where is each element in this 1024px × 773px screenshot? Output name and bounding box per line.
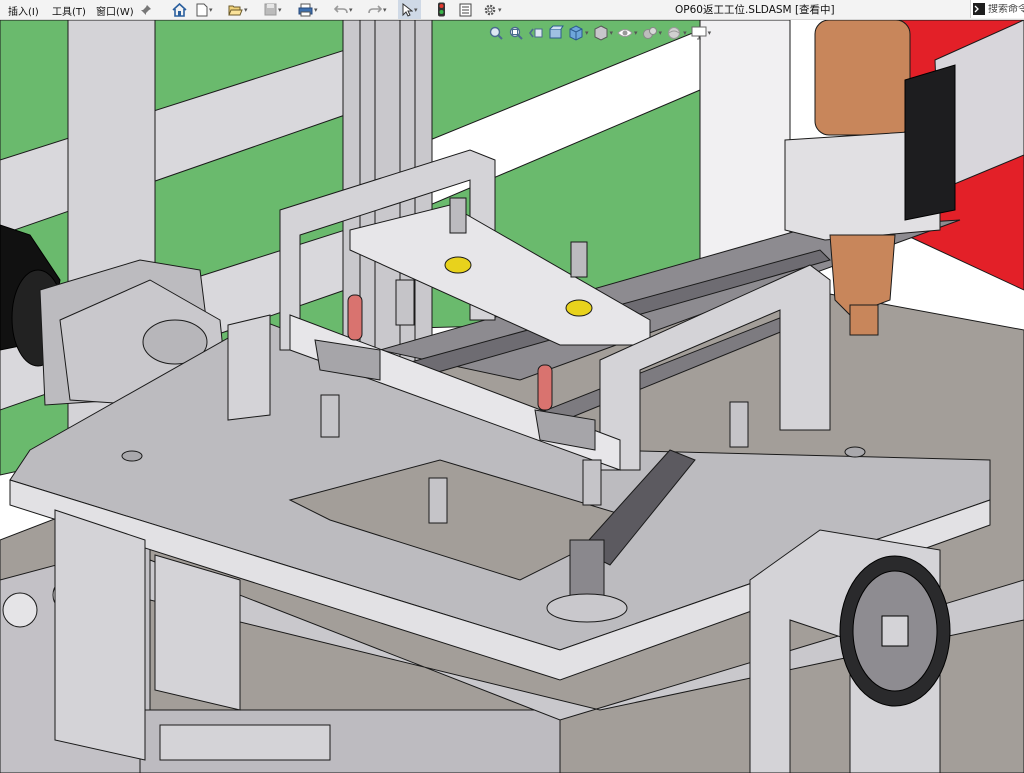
home-icon[interactable]	[172, 0, 187, 19]
options-gear-icon[interactable]: ▾	[483, 0, 502, 19]
display-style-icon[interactable]: ▾	[593, 25, 613, 41]
apply-scene-icon[interactable]: ▾	[666, 25, 687, 41]
assembly-3d-view	[0, 20, 1024, 773]
document-title: OP60返工工位.SLDASM [查看中]	[675, 4, 835, 16]
select-cursor-icon[interactable]: ▾	[398, 0, 421, 19]
file-properties-icon[interactable]	[459, 0, 472, 19]
zoom-area-icon[interactable]	[508, 25, 524, 41]
title-bar: 插入(I) 工具(T) 窗口(W) ▾ ▾ ▾ ▾ ▾ ▾ ▾ ▾ OP60返工…	[0, 0, 1024, 20]
heads-up-view-toolbar: ▾ ▾ ▾ ▾ ▾ ▾	[488, 22, 711, 44]
previous-view-icon[interactable]	[528, 25, 544, 41]
view-orientation-icon[interactable]: ▾	[568, 25, 589, 41]
section-view-icon[interactable]	[548, 25, 564, 41]
redo-icon[interactable]: ▾	[368, 0, 387, 19]
pin-icon[interactable]	[140, 0, 152, 19]
zoom-to-fit-icon[interactable]	[488, 25, 504, 41]
traffic-light-icon[interactable]	[437, 0, 446, 19]
print-icon[interactable]: ▾	[298, 0, 318, 19]
search-box[interactable]	[970, 0, 1024, 18]
undo-icon[interactable]: ▾	[334, 0, 353, 19]
hide-show-items-icon[interactable]: ▾	[617, 25, 638, 41]
menu-window[interactable]: 窗口(W)	[96, 3, 134, 18]
edit-appearance-icon[interactable]: ▾	[642, 25, 662, 41]
menu-insert[interactable]: 插入(I)	[8, 3, 39, 18]
view-settings-icon[interactable]: ▾	[691, 25, 711, 41]
command-prompt-icon	[973, 3, 985, 15]
menu-tools[interactable]: 工具(T)	[52, 3, 86, 18]
new-document-icon[interactable]: ▾	[196, 0, 213, 19]
search-input[interactable]	[985, 3, 1024, 15]
open-icon[interactable]: ▾	[228, 0, 248, 19]
graphics-area[interactable]: ▾ ▾ ▾ ▾ ▾ ▾	[0, 20, 1024, 773]
save-icon[interactable]: ▾	[264, 0, 282, 19]
